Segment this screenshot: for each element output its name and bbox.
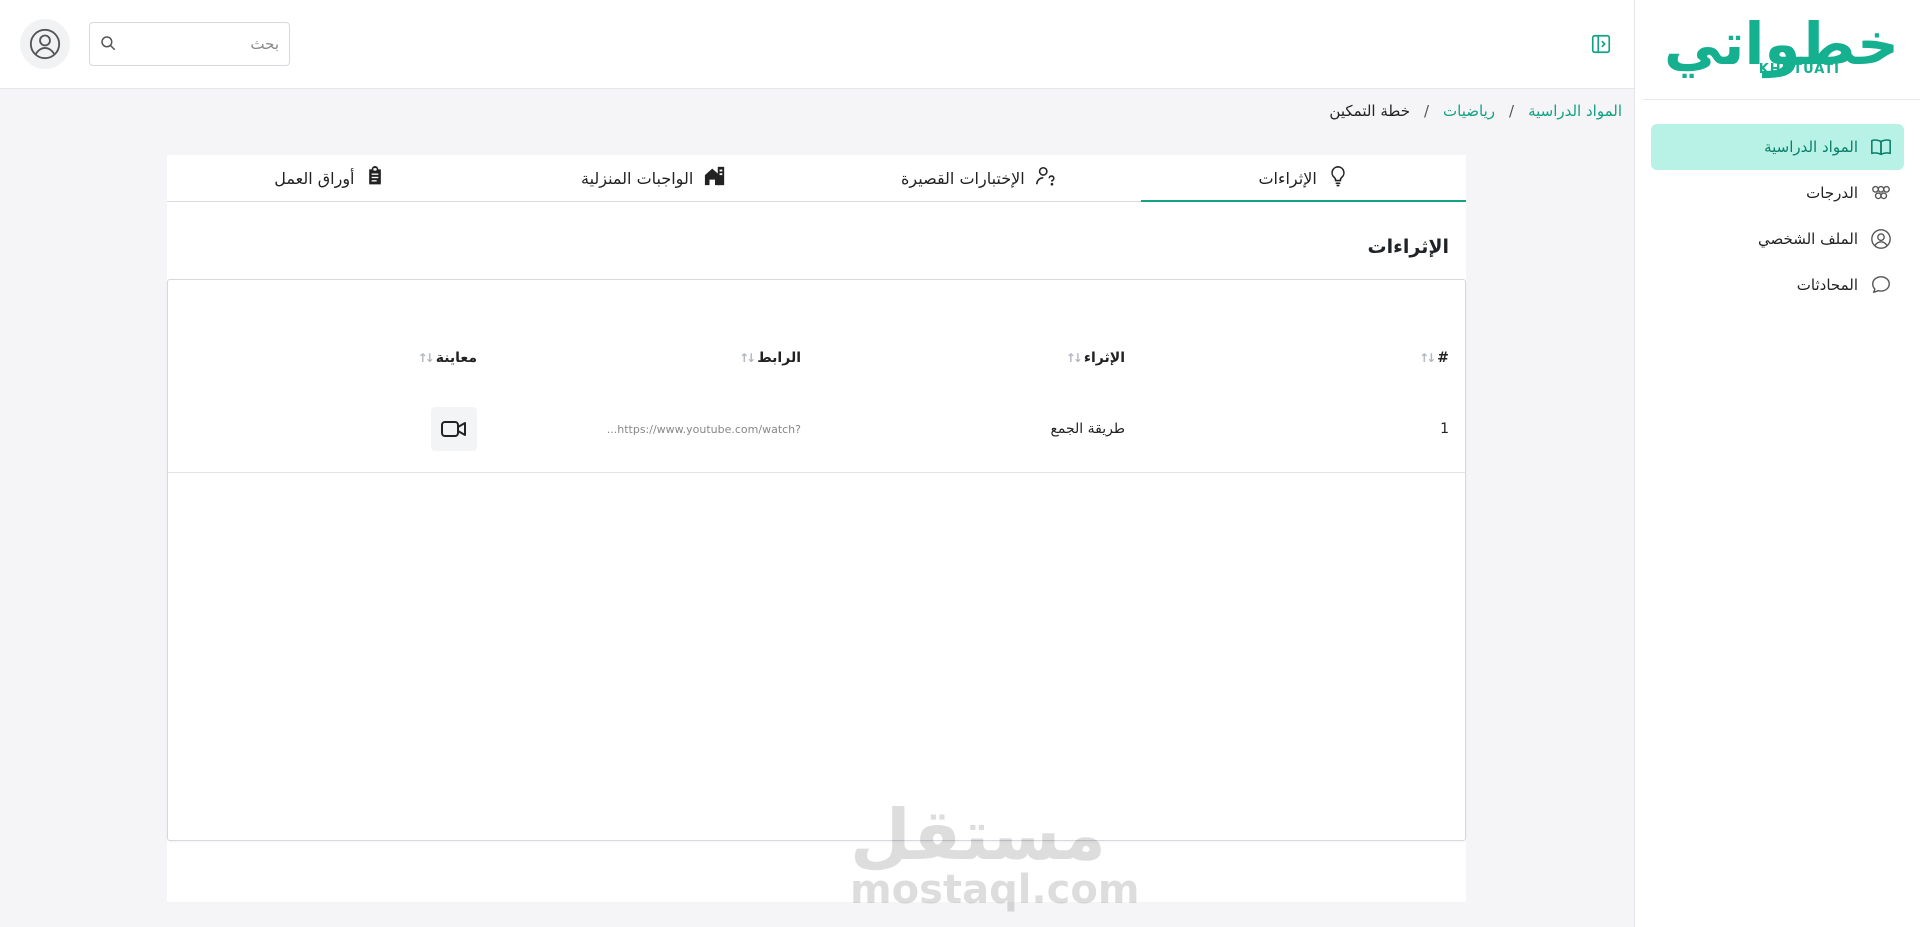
clipboard-icon [365,165,385,191]
book-icon [1870,136,1892,158]
column-header-link[interactable]: الرابط ↑↓ [739,350,801,366]
sidebar-item-label: الملف الشخصي [1758,230,1858,248]
search-input[interactable] [90,23,289,65]
table-row: 1 طريقة الجمع ...https://www.youtube.com… [168,406,1465,473]
sort-icon: ↑↓ [417,351,435,365]
tab-enrichments[interactable]: الإثراءات [1141,155,1466,202]
search-box [89,22,290,66]
sidebar-item-grades[interactable]: الدرجات [1651,170,1904,216]
sidebar-item-label: المحادثات [1796,276,1858,294]
user-question-icon [1035,165,1057,191]
user-avatar[interactable] [20,19,70,69]
tab-label: الواجبات المنزلية [580,168,694,188]
sidebar-nav: المواد الدراسية الدرجات الملف الشخصي الم… [1635,100,1920,308]
column-header-number[interactable]: # ↑↓ [1419,350,1449,366]
sidebar-item-profile[interactable]: الملف الشخصي [1651,216,1904,262]
cell-number: 1 [1440,421,1449,437]
grades-icon [1870,182,1892,204]
house-icon [703,165,727,191]
sidebar-item-label: الدرجات [1806,184,1858,202]
tab-label: الإثراءات [1258,168,1317,188]
breadcrumb-separator: / [1509,102,1515,120]
sidebar-item-courses[interactable]: المواد الدراسية [1651,124,1904,170]
tab-worksheets[interactable]: أوراق العمل [167,155,492,201]
breadcrumb-current: خطة التمكين [1329,102,1410,120]
user-circle-icon [1870,228,1892,250]
lightbulb-icon [1327,164,1349,192]
tab-quizzes[interactable]: الإختبارات القصيرة [817,155,1142,201]
tab-label: أوراق العمل [274,168,355,188]
sort-icon: ↑↓ [1065,351,1083,365]
tab-label: الإختبارات القصيرة [901,168,1025,188]
main-content: الإثراءات الإختبارات القصيرة الواجبات ال… [167,155,1466,902]
breadcrumb-separator: / [1423,102,1430,120]
breadcrumb: المواد الدراسية / رياضيات / خطة التمكين [1329,102,1622,120]
breadcrumb-math[interactable]: رياضيات [1443,102,1495,120]
column-label: الإثراء [1083,350,1125,366]
column-label: # [1437,350,1449,366]
logo-subtext: KHUTUATI [1758,62,1840,77]
video-camera-icon [441,421,466,437]
preview-button[interactable] [431,407,477,451]
sidebar-item-label: المواد الدراسية [1764,138,1858,156]
enrichments-table: # ↑↓ الإثراء ↑↓ الرابط ↑↓ معاينة ↑↓ 1 طر… [167,279,1466,841]
user-avatar-icon [29,28,61,60]
cell-link[interactable]: ...https://www.youtube.com/watch? [607,406,801,452]
cell-enrichment-name: طريقة الجمع [1050,421,1125,437]
sidebar-item-chats[interactable]: المحادثات [1651,262,1904,308]
sidebar: خطواتي KHUTUATI المواد الدراسية الدرجات … [1634,0,1920,927]
chat-icon [1870,274,1892,296]
breadcrumb-courses[interactable]: المواد الدراسية [1528,102,1622,120]
tab-homework[interactable]: الواجبات المنزلية [492,155,817,201]
logo[interactable]: خطواتي KHUTUATI [1643,0,1920,100]
sidebar-toggle-icon [1591,34,1611,54]
search-icon[interactable] [99,34,117,56]
tab-bar: الإثراءات الإختبارات القصيرة الواجبات ال… [167,155,1466,202]
top-header [0,0,1634,89]
sort-icon: ↑↓ [739,351,756,365]
column-label: الرابط [757,350,801,366]
sidebar-toggle-button[interactable] [1590,33,1612,55]
table-header: # ↑↓ الإثراء ↑↓ الرابط ↑↓ معاينة ↑↓ [168,350,1465,382]
sort-icon: ↑↓ [1419,351,1436,365]
column-label: معاينة [435,350,477,366]
column-header-preview[interactable]: معاينة ↑↓ [418,350,477,366]
column-header-enrichment[interactable]: الإثراء ↑↓ [1066,350,1125,366]
